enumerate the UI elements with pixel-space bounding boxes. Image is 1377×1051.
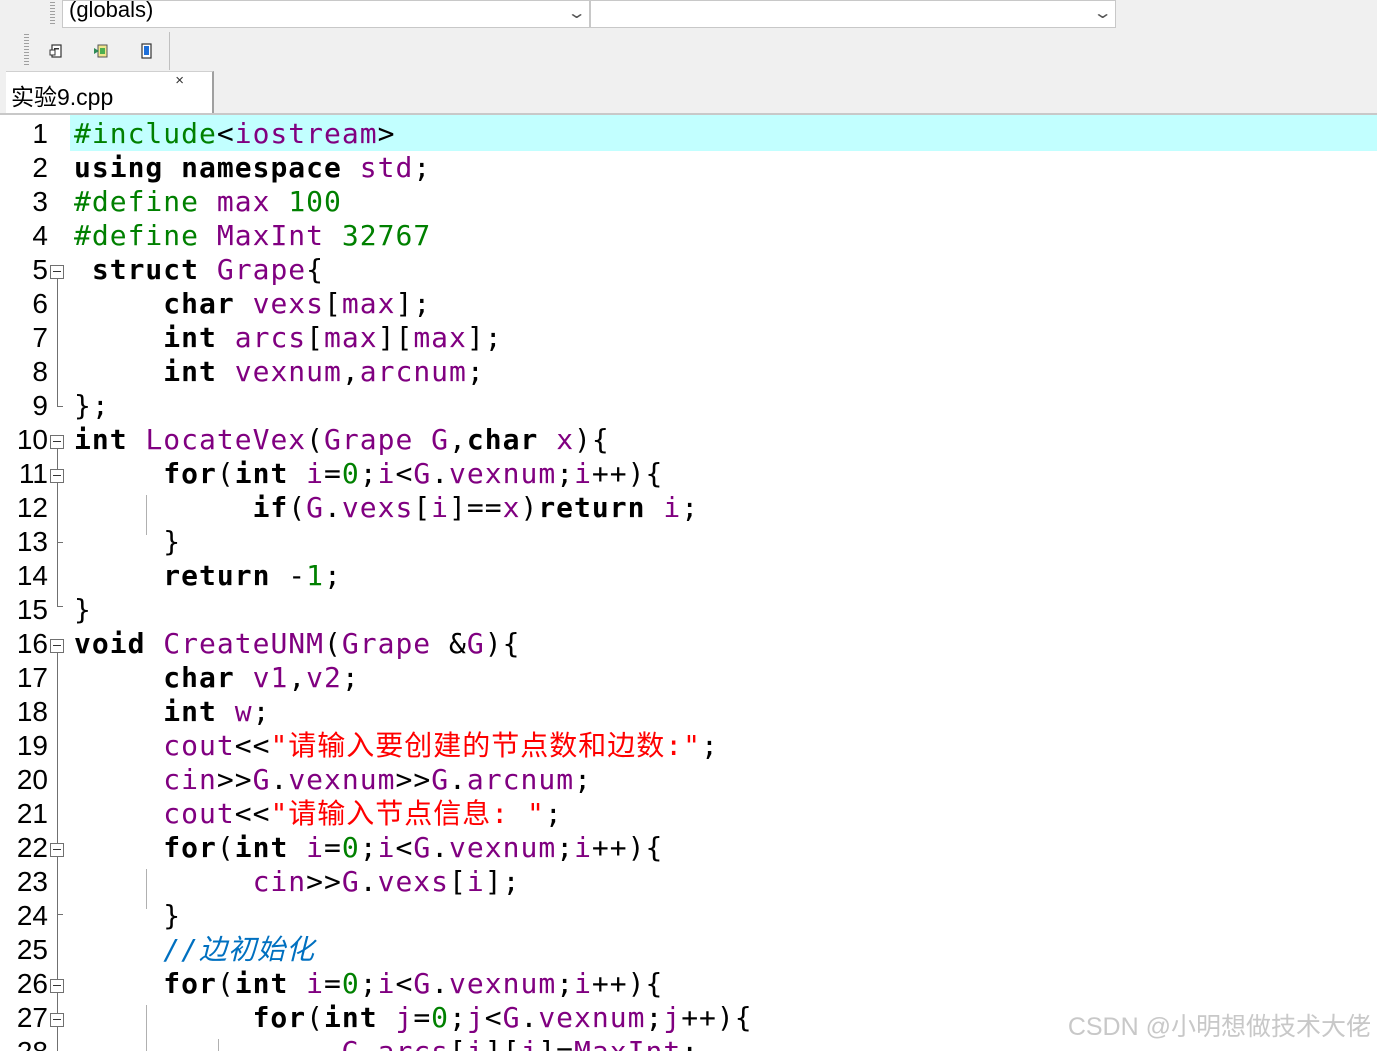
line-number: 21	[16, 798, 48, 829]
line-number: 15	[16, 594, 48, 625]
code-line[interactable]: char v1,v2;	[74, 661, 360, 695]
code-line[interactable]: return -1;	[74, 559, 342, 593]
member-combo[interactable]: ⌄	[590, 0, 1116, 28]
code-line[interactable]: if(G.vexs[i]==x)return i;	[74, 491, 699, 525]
code-line[interactable]: cin>>G.vexs[i];	[74, 865, 520, 899]
line-number: 14	[16, 560, 48, 591]
code-line[interactable]: #include<iostream>	[74, 117, 395, 151]
line-number: 3	[32, 186, 48, 217]
bookmark-icon[interactable]	[138, 43, 154, 59]
fold-line	[57, 279, 58, 407]
line-number: 22	[16, 832, 48, 863]
code-line[interactable]: int arcs[max][max];	[74, 321, 503, 355]
scope-combo[interactable]: (globals) ⌄	[62, 0, 590, 28]
fold-line	[57, 653, 58, 843]
code-line[interactable]: }	[74, 525, 181, 559]
line-number: 27	[16, 1002, 48, 1033]
code-line[interactable]: cin>>G.vexnum>>G.arcnum;	[74, 763, 592, 797]
fold-toggle[interactable]	[50, 1013, 64, 1027]
class-toolbar	[0, 30, 1377, 71]
code-line[interactable]: void CreateUNM(Grape &G){	[74, 627, 520, 661]
line-number: 11	[18, 458, 48, 489]
code-line[interactable]: };	[74, 389, 110, 423]
line-number: 18	[16, 696, 48, 727]
line-number: 20	[16, 764, 48, 795]
fold-toggle[interactable]	[50, 469, 64, 483]
new-class-icon[interactable]	[49, 43, 65, 59]
code-line[interactable]: for(int i=0;i<G.vexnum;i++){	[74, 457, 663, 491]
code-line[interactable]: cout<<"请输入节点信息: ";	[74, 797, 563, 831]
line-number: 28	[0, 1035, 48, 1051]
code-line[interactable]: for(int j=0;j<G.vexnum;j++){	[74, 1001, 753, 1035]
code-line[interactable]: struct Grape{	[74, 253, 324, 287]
code-line[interactable]: }	[74, 899, 181, 933]
line-number: 10	[16, 424, 48, 455]
line-number: 12	[16, 492, 48, 523]
code-line[interactable]: }	[74, 593, 92, 627]
line-number: 7	[32, 322, 48, 353]
chevron-down-icon[interactable]: ⌄	[1092, 3, 1112, 23]
line-number: 26	[16, 968, 48, 999]
line-number: 19	[16, 730, 48, 761]
fold-toggle[interactable]	[50, 435, 64, 449]
line-number: 4	[32, 220, 48, 251]
toolbar-panel	[34, 32, 170, 70]
line-number: 23	[16, 866, 48, 897]
close-icon[interactable]: ×	[175, 72, 184, 89]
fold-toggle[interactable]	[50, 265, 64, 279]
line-number: 1	[32, 118, 48, 149]
code-line[interactable]: for(int i=0;i<G.vexnum;i++){	[74, 967, 663, 1001]
scope-combobar: (globals) ⌄ ⌄	[0, 0, 1377, 30]
code-line[interactable]: int vexnum,arcnum;	[74, 355, 485, 389]
line-number: 17	[16, 662, 48, 693]
code-line[interactable]: char vexs[max];	[74, 287, 431, 321]
scope-combo-value: (globals)	[69, 0, 154, 22]
line-number-gutter: 1 2 3 4 5 6 7 8 9 10 11 12 13 14 15 16 17 18 19 20 21 22 23 24 2…	[0, 115, 50, 1051]
fold-line	[57, 857, 58, 979]
fold-line	[57, 483, 58, 606]
line-number: 16	[16, 628, 48, 659]
fold-line	[57, 449, 58, 469]
line-number: 6	[32, 288, 48, 319]
code-line[interactable]: for(int i=0;i<G.vexnum;i++){	[74, 831, 663, 865]
chevron-down-icon[interactable]: ⌄	[566, 3, 586, 23]
code-line[interactable]: cout<<"请输入要创建的节点数和边数:";	[74, 729, 719, 763]
tab-file[interactable]: 实验9.cpp ×	[6, 71, 214, 115]
line-number: 24	[16, 900, 48, 931]
fold-toggle[interactable]	[50, 639, 64, 653]
insert-icon[interactable]	[93, 43, 109, 59]
fold-end	[57, 606, 63, 607]
code-line[interactable]: int w;	[74, 695, 270, 729]
line-number: 5	[32, 254, 48, 285]
code-line[interactable]: #define MaxInt 32767	[74, 219, 431, 253]
watermark: CSDN @小明想做技术大佬	[1067, 1013, 1371, 1041]
code-editor[interactable]: 1 2 3 4 5 6 7 8 9 10 11 12 13 14 15 16 17 18 19 20 21 22 23 24 2…	[0, 115, 1377, 1051]
line-number: 13	[16, 526, 48, 557]
toolbar-grip[interactable]	[24, 34, 29, 66]
line-number: 2	[32, 152, 48, 183]
file-tab-strip: 实验9.cpp ×	[0, 71, 1377, 115]
code-line[interactable]: //边初始化	[74, 933, 315, 967]
line-number: 8	[32, 356, 48, 387]
fold-end	[57, 914, 63, 915]
code-line[interactable]: int LocateVex(Grape G,char x){	[74, 423, 610, 457]
fold-end	[57, 542, 63, 543]
code-line[interactable]: using namespace std;	[74, 151, 431, 185]
code-line[interactable]: #define max 100	[74, 185, 342, 219]
line-number: 25	[16, 934, 48, 965]
fold-toggle[interactable]	[50, 979, 64, 993]
line-number: 9	[32, 390, 48, 421]
fold-end	[57, 406, 63, 407]
combobar-grip[interactable]	[50, 2, 55, 26]
code-line[interactable]: G.arcs[i][j]=MaxInt;	[74, 1035, 699, 1051]
fold-toggle[interactable]	[50, 843, 64, 857]
tab-file-title: 实验9.cpp	[11, 84, 114, 110]
fold-line	[57, 1027, 58, 1051]
fold-line	[57, 993, 58, 1013]
